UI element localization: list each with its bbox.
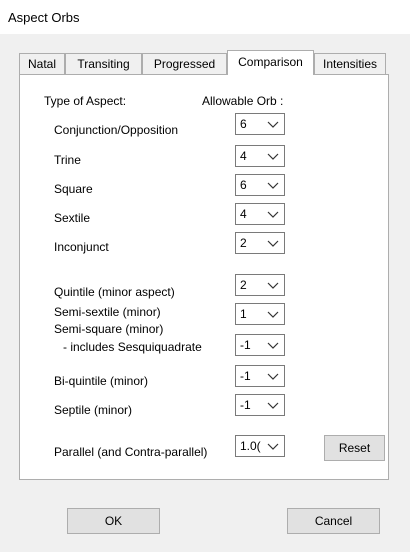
orb-select-conjunction-opposition[interactable]: 6 <box>235 113 285 135</box>
aspect-label-inconjunct: Inconjunct <box>54 240 109 254</box>
orb-value: 6 <box>240 178 247 192</box>
chevron-down-icon <box>267 182 279 189</box>
orb-value: 4 <box>240 207 247 221</box>
orb-value: -1 <box>240 369 251 383</box>
chevron-down-icon <box>267 373 279 380</box>
orb-value: 6 <box>240 117 247 131</box>
chevron-down-icon <box>267 311 279 318</box>
aspect-label-quintile: Quintile (minor aspect) <box>54 285 175 299</box>
chevron-down-icon <box>267 282 279 289</box>
chevron-down-icon <box>267 342 279 349</box>
tab-transiting[interactable]: Transiting <box>65 53 142 74</box>
orb-value: 1 <box>240 307 247 321</box>
aspect-label-sextile: Sextile <box>54 211 91 225</box>
orb-value: 2 <box>240 236 247 250</box>
chevron-down-icon <box>267 402 279 409</box>
orb-select-trine[interactable]: 4 <box>235 145 285 167</box>
aspect-label-semi-sextile: Semi-sextile (minor) <box>54 305 161 319</box>
aspect-label-sesquiquadrate-note: - includes Sesquiquadrate <box>63 340 202 354</box>
aspect-label-conjunction-opposition: Conjunction/Opposition <box>54 123 179 137</box>
orb-value: -1 <box>240 398 251 412</box>
tab-intensities[interactable]: Intensities <box>314 53 386 74</box>
tab-comparison[interactable]: Comparison <box>227 50 314 75</box>
aspect-label-semi-square: Semi-square (minor) <box>54 322 164 336</box>
orb-select-inconjunct[interactable]: 2 <box>235 232 285 254</box>
chevron-down-icon <box>267 153 279 160</box>
orb-value: 2 <box>240 278 247 292</box>
orb-value: 1.0( <box>240 439 261 453</box>
window-title: Aspect Orbs <box>8 10 80 25</box>
orb-value: -1 <box>240 338 251 352</box>
aspect-label-septile: Septile (minor) <box>54 403 133 417</box>
orb-select-quintile[interactable]: 2 <box>235 274 285 296</box>
ok-button[interactable]: OK <box>67 508 160 534</box>
chevron-down-icon <box>267 443 279 450</box>
cancel-button[interactable]: Cancel <box>287 508 380 534</box>
chevron-down-icon <box>267 211 279 218</box>
orb-select-sextile[interactable]: 4 <box>235 203 285 225</box>
allowable-orb-header: Allowable Orb : <box>202 94 284 108</box>
tab-progressed[interactable]: Progressed <box>142 53 227 74</box>
type-of-aspect-header: Type of Aspect: <box>44 94 127 108</box>
orb-value: 4 <box>240 149 247 163</box>
chevron-down-icon <box>267 121 279 128</box>
aspect-label-bi-quintile: Bi-quintile (minor) <box>54 374 149 388</box>
orb-select-semi-sextile[interactable]: 1 <box>235 303 285 325</box>
aspect-label-trine: Trine <box>54 153 81 167</box>
tab-natal[interactable]: Natal <box>19 53 65 74</box>
chevron-down-icon <box>267 240 279 247</box>
aspect-label-parallel: Parallel (and Contra-parallel) <box>54 445 208 459</box>
orb-select-square[interactable]: 6 <box>235 174 285 196</box>
orb-select-bi-quintile[interactable]: -1 <box>235 365 285 387</box>
orb-select-parallel[interactable]: 1.0( <box>235 435 285 457</box>
aspect-label-square: Square <box>54 182 93 196</box>
orb-select-semi-square[interactable]: -1 <box>235 334 285 356</box>
title-bar: Aspect Orbs <box>0 0 410 34</box>
reset-button[interactable]: Reset <box>324 435 385 461</box>
orb-select-septile[interactable]: -1 <box>235 394 285 416</box>
